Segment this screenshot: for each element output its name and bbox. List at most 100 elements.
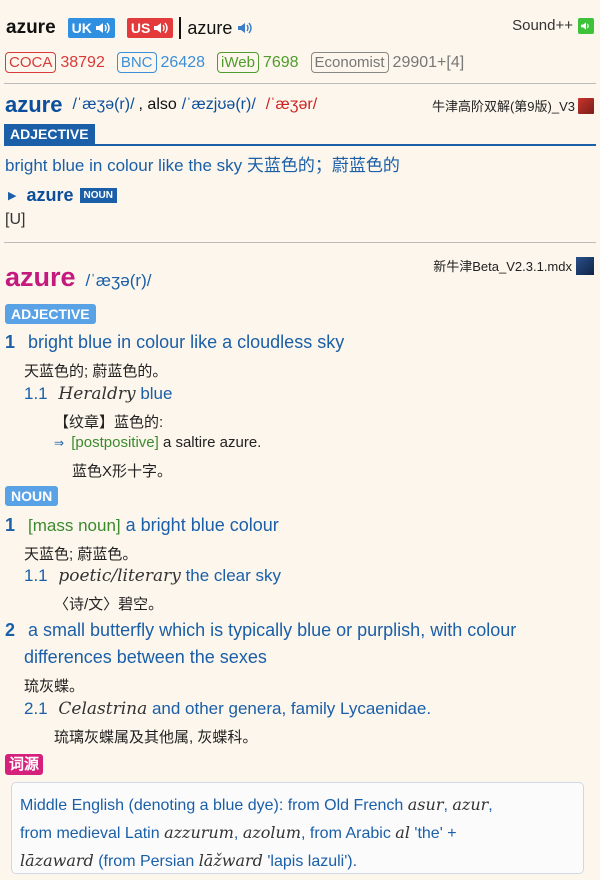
noun-tag: NOUN bbox=[5, 486, 59, 506]
sense-number: 1 bbox=[5, 332, 16, 352]
sense-definition: a bright blue colour bbox=[125, 515, 279, 535]
noad-pron[interactable]: /ˈæʒə(r)/ bbox=[86, 271, 152, 291]
etymology-word: al bbox=[395, 823, 410, 842]
sense-translation: 【纹章】蓝色的: bbox=[54, 414, 164, 431]
sense-definition: bright blue in colour like a cloudless s… bbox=[28, 332, 345, 352]
etymology-box: Middle English (denoting a blue dye): fr… bbox=[11, 782, 584, 874]
example-row: ⇒ [postpositive] a saltire azure. bbox=[54, 434, 261, 451]
sense-number: 1.1 bbox=[24, 384, 48, 403]
expand-triangle-icon[interactable]: ▶ bbox=[8, 189, 16, 202]
sense-grammar: [mass noun] bbox=[28, 516, 121, 535]
sense-translation: 天蓝色的; 蔚蓝色的。 bbox=[24, 363, 168, 380]
dictionary-logo-icon bbox=[578, 97, 594, 114]
example-text: a saltire azure. bbox=[162, 434, 262, 451]
oxford-headword: azure bbox=[5, 92, 63, 117]
noad-noun-section: NOUN bbox=[5, 486, 59, 506]
oxford-pos-bar: ADJECTIVE bbox=[4, 124, 596, 146]
etymology-text: , bbox=[443, 797, 448, 814]
oxford-also: , also bbox=[138, 96, 177, 113]
oxford-related-word[interactable]: azure bbox=[26, 185, 73, 206]
oxford-definition: bright blue in colour like the sky 天蓝色的；… bbox=[5, 156, 400, 175]
speaker-green-icon[interactable] bbox=[578, 17, 594, 34]
adjective-tag: ADJECTIVE bbox=[5, 304, 96, 324]
etymology-line: from medieval Latin azzurum, azolum, fro… bbox=[20, 819, 575, 847]
uk-sound-button[interactable]: UK bbox=[67, 18, 115, 38]
us-sound-button[interactable]: US bbox=[126, 18, 174, 38]
sense-definition: a small butterfly which is typically blu… bbox=[28, 620, 517, 640]
etymology-line: lāzaward (from Persian lāžward 'lapis la… bbox=[20, 847, 575, 875]
sense-translation: 〈诗/文〉碧空。 bbox=[54, 596, 164, 613]
sense-1: 1 bright blue in colour like a cloudless… bbox=[5, 332, 344, 353]
example-translation: 蓝色X形十字。 bbox=[72, 463, 173, 480]
us-label: US bbox=[130, 20, 151, 36]
etymology-text: from medieval Latin bbox=[20, 825, 160, 842]
oxford-source: 牛津高阶双解(第9版)_V3 bbox=[432, 96, 594, 115]
bnc-value: 26428 bbox=[160, 53, 206, 71]
speaker-icon[interactable] bbox=[237, 21, 253, 35]
etymology-word: azzurum bbox=[164, 823, 234, 842]
etymology-word: azolum bbox=[242, 823, 302, 842]
etymology-word: azur bbox=[452, 795, 489, 814]
noad-source: 新牛津Beta_V2.3.1.mdx bbox=[433, 256, 594, 275]
etymology-word: asur bbox=[407, 795, 444, 814]
frequency-bar: COCA 38792 BNC 26428 iWeb 7698 Economist… bbox=[5, 52, 464, 73]
oxford-headword-row: azure /ˈæʒə(r)/ , also /ˈæzjʊə(r)/ /ˈæʒə… bbox=[5, 92, 317, 118]
sense-definition: blue bbox=[140, 384, 173, 403]
sound-plus[interactable]: Sound++ bbox=[512, 17, 594, 34]
sense-number: 2 bbox=[5, 620, 16, 640]
noun-sense-2: 2 a small butterfly which is typically b… bbox=[5, 620, 516, 641]
header-word-secondary: azure bbox=[187, 17, 233, 38]
divider bbox=[4, 242, 596, 243]
oxford-grammar: [U] bbox=[5, 211, 26, 228]
divider bbox=[4, 83, 596, 84]
sound-plus-label: Sound++ bbox=[512, 17, 573, 34]
sense-number: 1 bbox=[5, 515, 16, 535]
bnc-badge: BNC bbox=[116, 52, 157, 73]
etymology-text: (from Persian bbox=[98, 853, 195, 870]
sense-translation: 琉灰蝶。 bbox=[24, 678, 85, 695]
etymology-text: , bbox=[233, 825, 239, 842]
noun-sense-1-1: 1.1 poetic/literary the clear sky bbox=[24, 566, 281, 586]
noad-adjective-section: ADJECTIVE bbox=[5, 304, 96, 324]
iweb-value: 7698 bbox=[262, 53, 299, 71]
oxford-related-pos: NOUN bbox=[79, 188, 117, 203]
etymology-text: , bbox=[488, 797, 493, 814]
economist-value: 29901+[4] bbox=[392, 53, 465, 71]
sense-label: Celastrina bbox=[58, 699, 148, 719]
header-word: azure bbox=[6, 17, 56, 38]
sense-1-1: 1.1 Heraldry blue bbox=[24, 384, 172, 404]
noad-source-label: 新牛津Beta_V2.3.1.mdx bbox=[433, 259, 572, 274]
economist-badge: Economist bbox=[310, 52, 389, 73]
oxford-pron-us[interactable]: /ˈæʒər/ bbox=[266, 96, 317, 114]
speaker-icon bbox=[95, 21, 111, 35]
speaker-icon bbox=[153, 21, 169, 35]
etymology-word: lāzaward bbox=[20, 851, 94, 870]
sense-definition: and other genera, family Lycaenidae. bbox=[151, 699, 432, 718]
sense-label: poetic/literary bbox=[58, 566, 181, 586]
uk-label: UK bbox=[71, 20, 92, 36]
iweb-badge: iWeb bbox=[217, 52, 259, 73]
etymology-text: , from Arabic bbox=[301, 825, 391, 842]
header-divider bbox=[179, 17, 182, 39]
noun-sense-2-1: 2.1 Celastrina and other genera, family … bbox=[24, 699, 431, 719]
sense-definition: the clear sky bbox=[185, 566, 281, 585]
oxford-source-label: 牛津高阶双解(第9版)_V3 bbox=[431, 99, 575, 114]
sense-number: 2.1 bbox=[24, 699, 48, 718]
etymology-header: 词源 bbox=[5, 754, 44, 775]
coca-value: 38792 bbox=[60, 53, 105, 71]
etymology-line: Middle English (denoting a blue dye): fr… bbox=[20, 791, 575, 819]
sense-number: 1.1 bbox=[24, 566, 48, 585]
oxford-pos-tag: ADJECTIVE bbox=[4, 124, 95, 144]
etymology-text: 'lapis lazuli'). bbox=[267, 853, 358, 870]
sense-translation: 琉璃灰蝶属及其他属, 灰蝶科。 bbox=[54, 729, 258, 746]
oxford-pron-uk[interactable]: /ˈæʒə(r)/ bbox=[72, 96, 134, 114]
dictionary-logo-icon bbox=[576, 256, 594, 275]
etymology-text: Middle English (denoting a blue dye): fr… bbox=[20, 797, 404, 814]
oxford-pron-alt[interactable]: /ˈæzjʊə(r)/ bbox=[182, 96, 256, 114]
oxford-related[interactable]: ▶ azure NOUN bbox=[8, 185, 117, 206]
noad-headword: azure bbox=[5, 262, 76, 292]
noun-sense-1: 1 [mass noun] a bright blue colour bbox=[5, 515, 279, 536]
header-bar: azure UK US azure bbox=[6, 14, 253, 42]
sense-definition-continued: differences between the sexes bbox=[24, 647, 267, 667]
sense-translation: 天蓝色; 蔚蓝色。 bbox=[24, 546, 138, 563]
